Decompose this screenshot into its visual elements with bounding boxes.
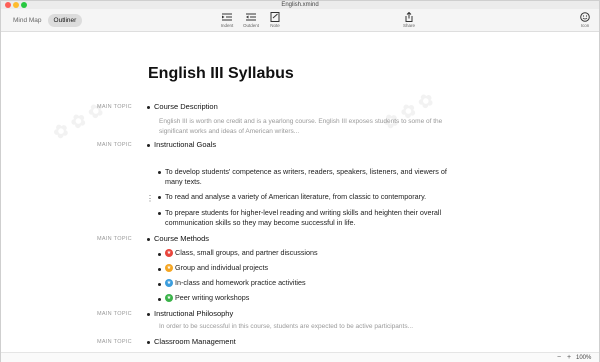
main-topic-label: MAIN TOPIC xyxy=(97,339,132,345)
subtopic-item[interactable]: Class, small groups, and partner discuss… xyxy=(175,248,318,258)
note-label: Note xyxy=(270,23,280,28)
zoom-level[interactable]: 100% xyxy=(576,354,591,362)
topic-bullet[interactable] xyxy=(147,106,150,109)
subtopic-bullet[interactable] xyxy=(158,298,161,301)
subtopic-bullet[interactable] xyxy=(158,212,161,215)
subtopic-item[interactable]: To develop students' competence as write… xyxy=(165,167,455,187)
star-icon[interactable]: ★ xyxy=(165,294,173,302)
drag-handle-icon[interactable]: ⋮ xyxy=(146,195,154,203)
star-icon[interactable]: ★ xyxy=(165,264,173,272)
subtopic-item[interactable]: Group and individual projects xyxy=(175,263,268,273)
subtopic-bullet[interactable] xyxy=(158,171,161,174)
star-icon[interactable]: ★ xyxy=(165,279,173,287)
tab-outliner[interactable]: Outliner xyxy=(47,14,83,27)
outdent-button[interactable]: Outdent xyxy=(238,12,264,29)
topic-bullet[interactable] xyxy=(147,341,150,344)
main-topic-label: MAIN TOPIC xyxy=(97,236,132,242)
tab-mind-map[interactable]: Mind Map xyxy=(7,14,48,27)
window-title: English.xmind xyxy=(281,2,319,8)
zoom-in-button[interactable]: + xyxy=(567,354,571,362)
icon-panel-button[interactable]: Icon xyxy=(572,12,598,29)
topic-bullet[interactable] xyxy=(147,313,150,316)
share-label: Share xyxy=(402,23,415,28)
indent-icon xyxy=(222,13,232,21)
topic-note[interactable]: English III is worth one credit and is a… xyxy=(159,117,449,137)
icon-label: Icon xyxy=(580,23,590,28)
main-topic-label: MAIN TOPIC xyxy=(97,142,132,148)
note-button[interactable]: Note xyxy=(262,12,288,29)
toolbar: Mind Map Outliner Indent Outdent Note Sh… xyxy=(1,9,599,32)
document-title[interactable]: English III Syllabus xyxy=(148,65,294,83)
indent-button[interactable]: Indent xyxy=(214,12,240,29)
topic-course-description[interactable]: Course Description xyxy=(154,102,218,112)
subtopic-bullet[interactable] xyxy=(158,283,161,286)
main-topic-label: MAIN TOPIC xyxy=(97,104,132,110)
indent-label: Indent xyxy=(220,23,234,28)
title-bar: English.xmind xyxy=(1,1,599,9)
smiley-icon xyxy=(580,12,590,22)
subtopic-item[interactable]: In-class and homework practice activitie… xyxy=(175,278,306,288)
app-window: English.xmind Mind Map Outliner Indent O xyxy=(0,0,600,362)
share-button[interactable]: Share xyxy=(396,12,422,29)
subtopic-item[interactable]: To read and analyse a variety of America… xyxy=(165,192,455,202)
subtopic-bullet[interactable] xyxy=(158,253,161,256)
subtopic-bullet[interactable] xyxy=(158,196,161,199)
subtopic-item[interactable]: Peer writing workshops xyxy=(175,293,249,303)
main-topic-label: MAIN TOPIC xyxy=(97,311,132,317)
outdent-label: Outdent xyxy=(242,23,259,28)
topic-instructional-philosophy[interactable]: Instructional Philosophy xyxy=(154,309,233,319)
topic-note[interactable]: In order to be successful in this course… xyxy=(159,322,449,332)
topic-bullet[interactable] xyxy=(147,144,150,147)
zoom-out-button[interactable]: − xyxy=(557,354,561,362)
outdent-icon xyxy=(246,13,256,21)
star-icon[interactable]: ★ xyxy=(165,249,173,257)
subtopic-bullet[interactable] xyxy=(158,268,161,271)
topic-classroom-management[interactable]: Classroom Management xyxy=(154,337,236,347)
status-bar: − + 100% xyxy=(1,352,599,362)
share-icon xyxy=(405,12,413,22)
view-switcher: Mind Map Outliner xyxy=(7,14,83,27)
subtopic-item[interactable]: To prepare students for higher-level rea… xyxy=(165,208,455,228)
topic-bullet[interactable] xyxy=(147,238,150,241)
note-icon xyxy=(270,12,280,22)
topic-course-methods[interactable]: Course Methods xyxy=(154,234,209,244)
topic-instructional-goals[interactable]: Instructional Goals xyxy=(154,140,216,150)
